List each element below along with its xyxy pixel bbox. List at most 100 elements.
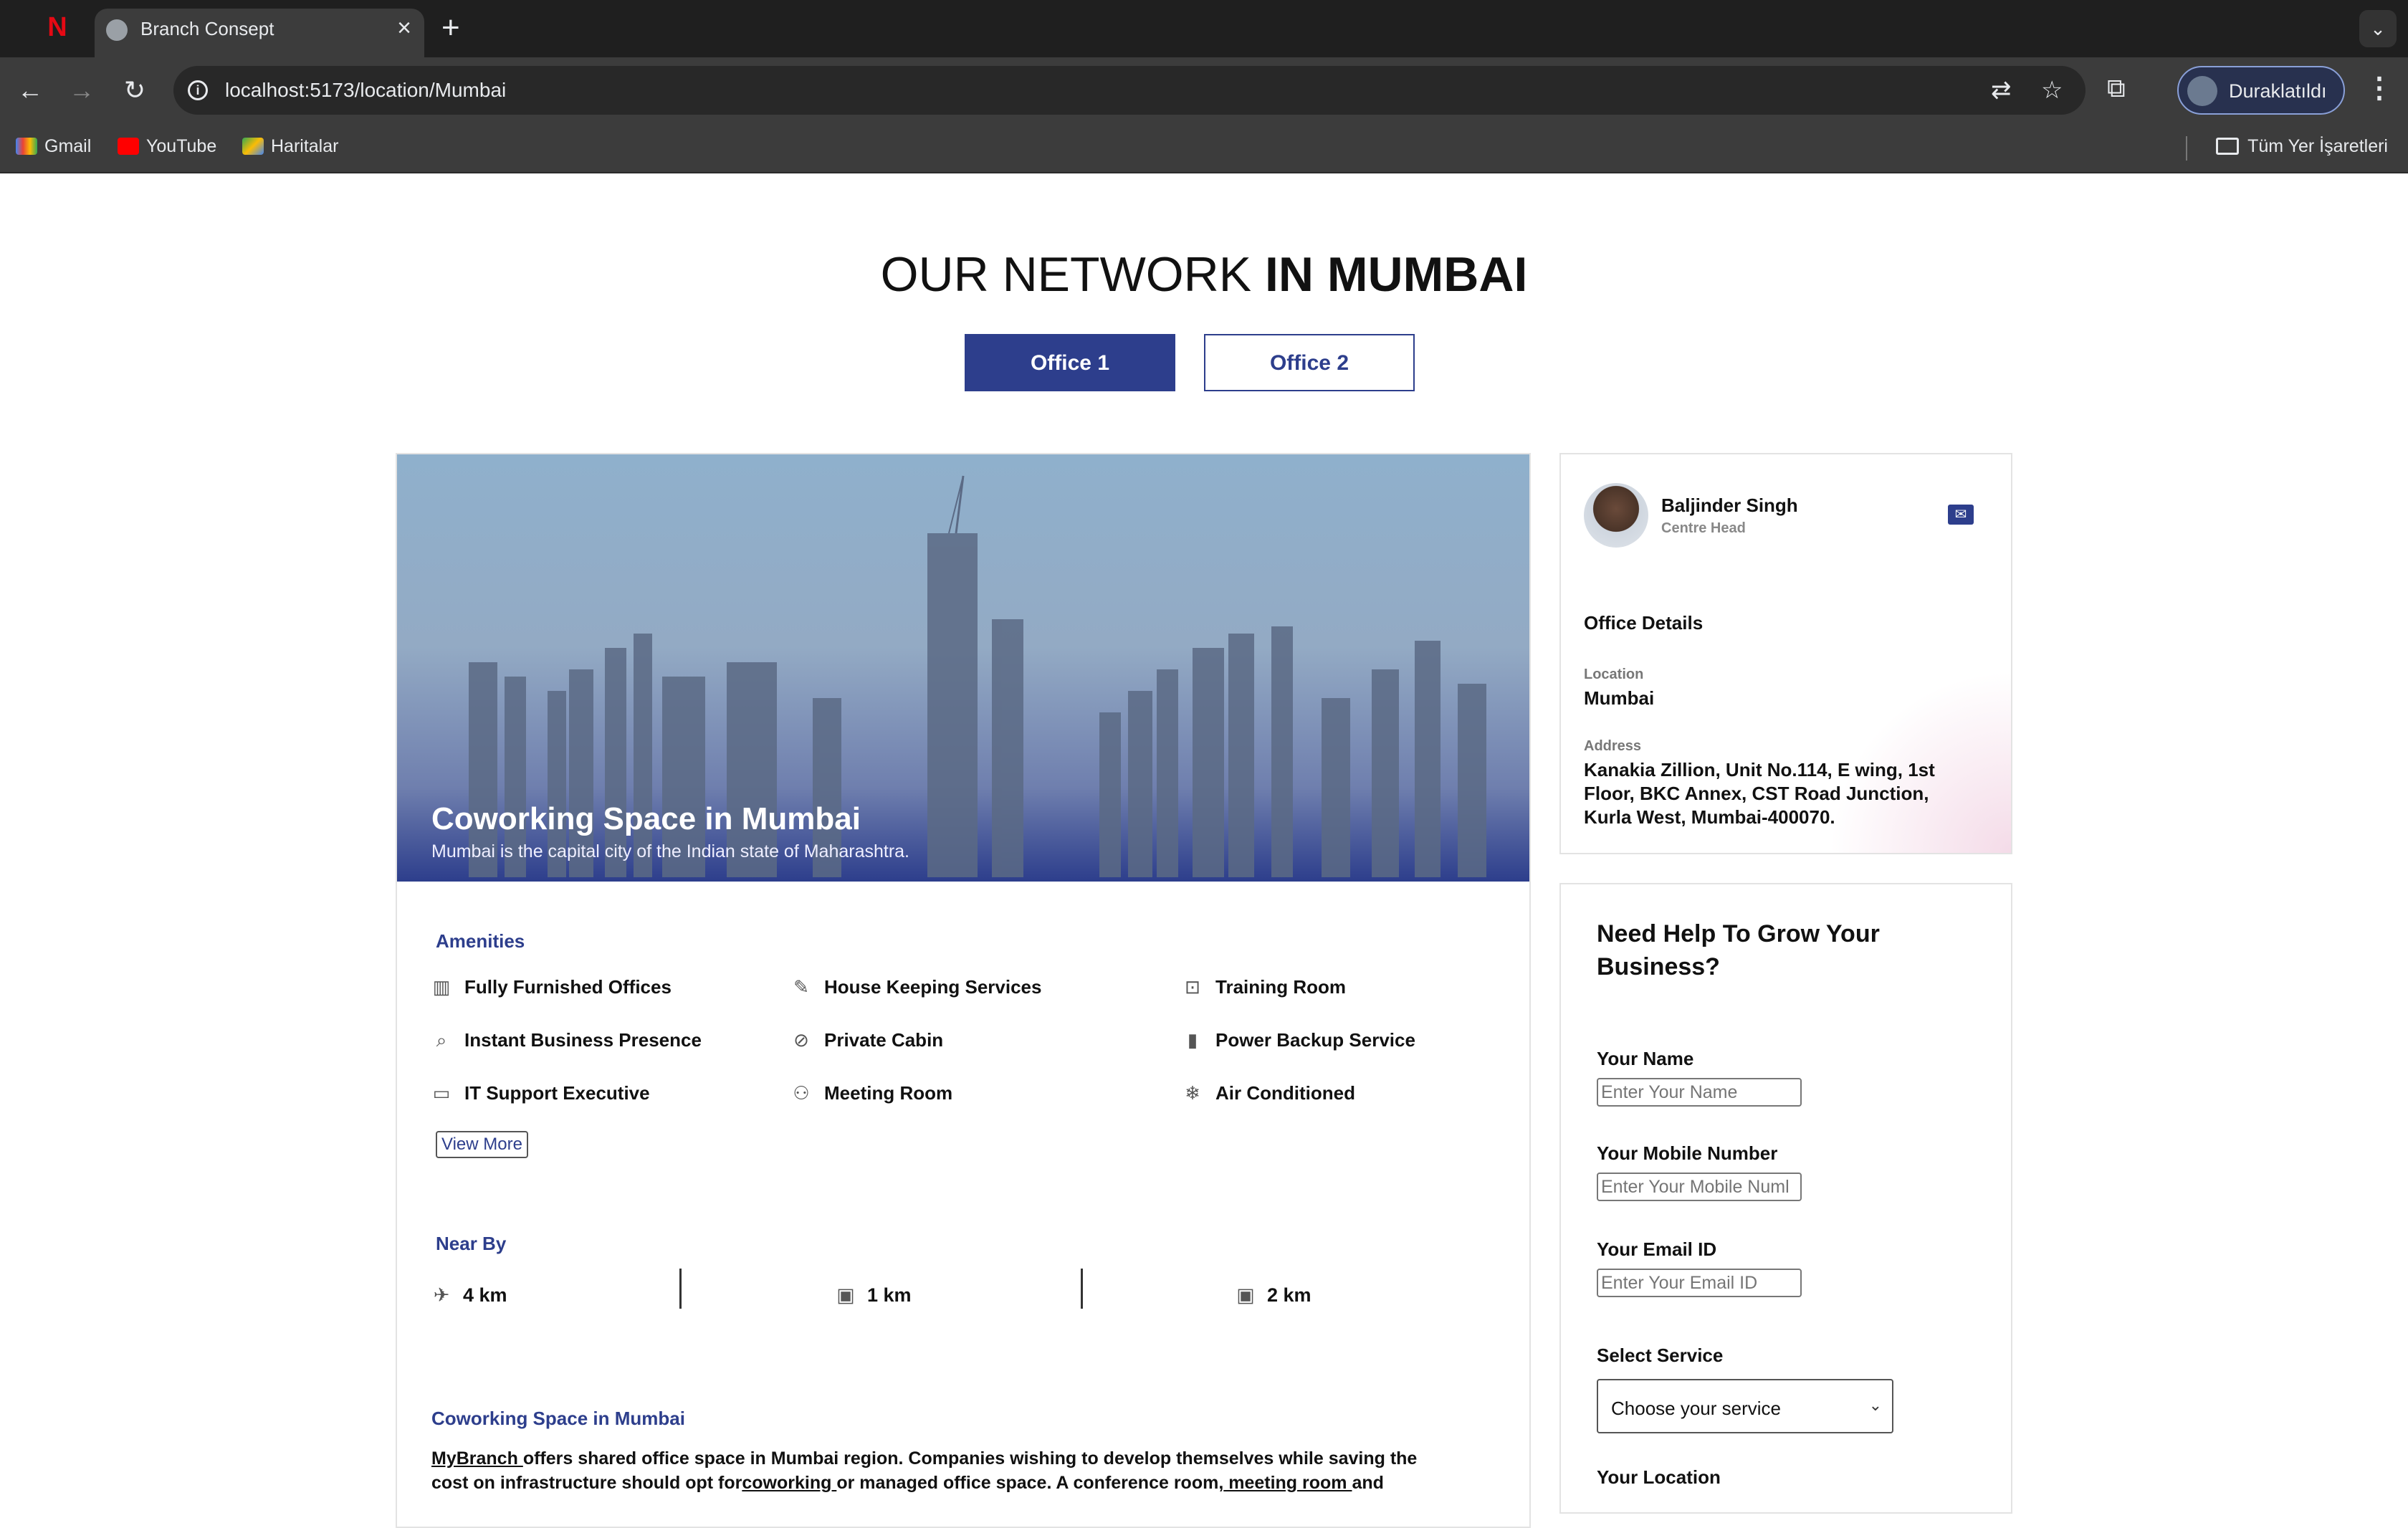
mobile-input[interactable]: [1597, 1173, 1802, 1201]
contact-form-card: Need Help To Grow Your Business? Your Na…: [1559, 883, 2012, 1514]
about-text: MyBranch offers shared office space in M…: [431, 1446, 1449, 1495]
address-bar[interactable]: i localhost:5173/location/Mumbai ⇄ ☆: [173, 66, 2086, 115]
bookmark-label: YouTube: [146, 136, 217, 156]
tab-branch-consept[interactable]: Branch Consept ×: [95, 9, 424, 57]
hero-subtitle: Mumbai is the capital city of the Indian…: [431, 841, 910, 861]
amenity-label: Training Room: [1215, 976, 1346, 998]
name-label: Your Name: [1597, 1048, 1694, 1069]
service-select-value: Choose your service: [1611, 1398, 1781, 1419]
profile-button[interactable]: Duraklatıldı: [2177, 66, 2345, 115]
tab-title: Branch Consept: [140, 18, 274, 39]
folder-icon: [2216, 138, 2240, 155]
near-by-divider: [1081, 1269, 1083, 1309]
broom-icon: ✎: [793, 976, 809, 998]
near-by-item: ▣ 2 km: [1236, 1284, 1312, 1307]
translate-icon[interactable]: ⇄: [1991, 76, 2012, 105]
plug-icon: ▮: [1187, 1029, 1198, 1051]
centre-head-role: Centre Head: [1661, 520, 1746, 536]
amenity-label: Air Conditioned: [1215, 1082, 1355, 1104]
address-label: Address: [1584, 738, 1642, 754]
site-info-icon[interactable]: i: [188, 80, 208, 100]
hero-banner: Coworking Space in Mumbai Mumbai is the …: [397, 454, 1529, 882]
amenity-item: ⌕ Instant Business Presence: [431, 1029, 702, 1052]
page-content: OUR NETWORK IN MUMBAI Office 1 Office 2: [0, 173, 2408, 1528]
tab-search-button[interactable]: ⌄: [2359, 10, 2397, 47]
amenity-item: ⊡ Training Room: [1182, 976, 1346, 998]
forward-icon[interactable]: →: [63, 72, 100, 109]
near-by-distance: 2 km: [1267, 1284, 1312, 1306]
heading-normal: OUR NETWORK: [880, 247, 1266, 302]
browser-tabstrip: N Branch Consept × + ⌄: [0, 0, 2408, 57]
mail-icon[interactable]: ✉: [1948, 505, 1974, 525]
reload-icon[interactable]: ↻: [116, 72, 153, 109]
amenity-item: ▭ IT Support Executive: [431, 1082, 650, 1104]
profile-label: Duraklatıldı: [2229, 80, 2327, 102]
meeting-room-link[interactable]: meeting room: [1223, 1473, 1352, 1493]
amenity-label: IT Support Executive: [464, 1082, 650, 1104]
office-2-button[interactable]: Office 2: [1204, 334, 1415, 391]
bookmark-gmail[interactable]: Gmail: [16, 136, 91, 157]
address-value: Kanakia Zillion, Unit No.114, E wing, 1s…: [1584, 759, 1935, 828]
building-icon: ▥: [432, 976, 451, 998]
close-tab-icon[interactable]: ×: [397, 14, 411, 42]
new-tab-button[interactable]: +: [441, 10, 460, 46]
location-value: Mumbai: [1584, 687, 1655, 709]
all-bookmarks-button[interactable]: Tüm Yer İşaretleri: [2216, 136, 2388, 157]
coworking-link[interactable]: coworking: [742, 1473, 836, 1493]
amenity-label: Meeting Room: [824, 1082, 953, 1104]
location-label: Location: [1584, 667, 1644, 682]
service-select[interactable]: Choose your service ⌄: [1597, 1379, 1893, 1433]
amenity-item: ⊘ Private Cabin: [791, 1029, 943, 1051]
email-input[interactable]: [1597, 1269, 1802, 1297]
view-more-button[interactable]: View More: [436, 1131, 528, 1158]
service-label: Select Service: [1597, 1345, 1724, 1366]
amenity-item: ▥ Fully Furnished Offices: [431, 976, 672, 998]
near-by-divider: [679, 1269, 682, 1309]
bookmark-haritalar[interactable]: Haritalar: [242, 136, 338, 157]
form-title: Need Help To Grow Your Business?: [1597, 920, 1880, 980]
about-title: Coworking Space in Mumbai: [431, 1408, 685, 1429]
mybranch-link[interactable]: MyBranch: [431, 1448, 523, 1469]
bookmarks-bar: Gmail YouTube Haritalar Tüm Yer İşaretle…: [0, 123, 2408, 173]
profile-avatar: [2187, 76, 2217, 106]
amenity-label: Instant Business Presence: [464, 1029, 702, 1051]
bookmark-label: Haritalar: [271, 136, 339, 156]
back-icon[interactable]: ←: [11, 72, 49, 109]
maps-icon: [242, 138, 264, 155]
search-icon: ⌕: [436, 1029, 447, 1051]
name-input[interactable]: [1597, 1078, 1802, 1107]
globe-icon: [106, 19, 128, 41]
star-icon[interactable]: ☆: [2041, 76, 2063, 105]
url-text[interactable]: localhost:5173/location/Mumbai: [225, 79, 506, 102]
eye-off-icon: ⊘: [793, 1029, 809, 1051]
mobile-label: Your Mobile Number: [1597, 1142, 1778, 1164]
office-1-button[interactable]: Office 1: [965, 334, 1175, 391]
amenity-label: Private Cabin: [824, 1029, 944, 1051]
heading-bold: IN MUMBAI: [1265, 247, 1528, 302]
extensions-icon[interactable]: ⧉: [2107, 73, 2126, 104]
browser-menu-icon[interactable]: ⋮: [2365, 72, 2394, 105]
near-by-distance: 1 km: [867, 1284, 912, 1306]
gmail-icon: [16, 138, 37, 155]
people-icon: ⚇: [793, 1082, 810, 1104]
amenities-title: Amenities: [436, 930, 525, 952]
page-title: OUR NETWORK IN MUMBAI: [0, 247, 2408, 302]
amenity-label: Fully Furnished Offices: [464, 976, 672, 998]
office-main-card: Coworking Space in Mumbai Mumbai is the …: [396, 453, 1531, 1528]
near-by-distance: 4 km: [463, 1284, 507, 1306]
amenity-label: House Keeping Services: [824, 976, 1042, 998]
all-bookmarks-label: Tüm Yer İşaretleri: [2247, 136, 2388, 156]
office-details-card: Baljinder Singh Centre Head ✉ Office Det…: [1559, 453, 2012, 854]
hero-title: Coworking Space in Mumbai: [431, 801, 861, 836]
bookmark-label: Gmail: [44, 136, 92, 156]
bookmark-youtube[interactable]: YouTube: [118, 136, 216, 157]
office-details-title: Office Details: [1584, 612, 1704, 634]
netflix-tab-icon[interactable]: N: [43, 13, 72, 42]
monitor-icon: ▭: [432, 1082, 451, 1104]
email-label: Your Email ID: [1597, 1238, 1717, 1260]
airplane-icon: ✈: [433, 1284, 450, 1306]
amenity-label: Power Backup Service: [1215, 1029, 1415, 1051]
youtube-icon: [118, 138, 139, 155]
near-by-title: Near By: [436, 1233, 507, 1254]
train-icon: ▣: [836, 1284, 855, 1306]
